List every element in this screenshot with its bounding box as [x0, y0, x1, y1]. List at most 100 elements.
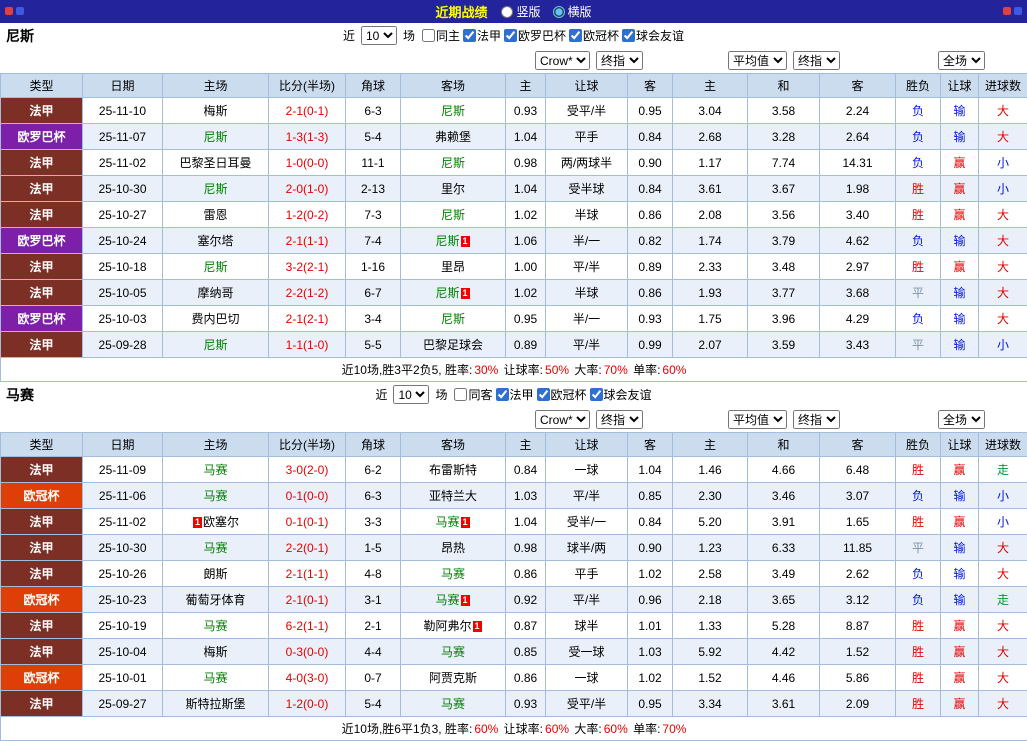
column-header: 让球 — [546, 433, 628, 457]
team-link[interactable]: 费内巴切 — [191, 312, 239, 326]
team-link[interactable]: 尼斯 — [441, 156, 465, 170]
checkbox-input[interactable] — [463, 29, 476, 42]
red-card-badge: 1 — [461, 236, 470, 247]
team-link[interactable]: 塞尔塔 — [197, 234, 233, 248]
recent-label: 近 — [375, 386, 387, 403]
recent-count-select[interactable]: 10 — [393, 385, 429, 404]
team-link[interactable]: 马赛 — [441, 567, 465, 581]
team-link[interactable]: 朗斯 — [203, 567, 227, 581]
asia-final-select[interactable]: 终指 — [596, 410, 643, 429]
team-link[interactable]: 尼斯 — [435, 234, 459, 248]
team-link[interactable]: 马赛 — [203, 463, 227, 477]
team-link[interactable]: 布雷斯特 — [429, 463, 477, 477]
column-header: 比分(半场) — [269, 433, 346, 457]
team-link[interactable]: 昂热 — [441, 541, 465, 555]
home-team-cell: 马赛 — [163, 613, 269, 639]
euro-final-select[interactable]: 终指 — [793, 51, 840, 70]
euro-company-select[interactable]: 平均值 — [728, 410, 787, 429]
team-link[interactable]: 马赛 — [441, 645, 465, 659]
team-link[interactable]: 雷恩 — [203, 208, 227, 222]
result-handicap: 输 — [941, 280, 979, 306]
filter-checkbox[interactable]: 球会友谊 — [587, 386, 652, 403]
team-link[interactable]: 梅斯 — [203, 104, 227, 118]
team-link[interactable]: 葡萄牙体育 — [185, 593, 245, 607]
team-link[interactable]: 摩纳哥 — [197, 286, 233, 300]
team-link[interactable]: 尼斯 — [203, 260, 227, 274]
layout-option-horizontal[interactable]: 横版 — [553, 3, 592, 20]
team-link[interactable]: 尼斯 — [203, 182, 227, 196]
asia-company-select[interactable]: Crow* — [535, 51, 590, 70]
layout-radio[interactable] — [553, 6, 565, 18]
team-link[interactable]: 尼斯 — [435, 286, 459, 300]
result-win-draw-loss: 平 — [896, 332, 941, 358]
checkbox-input[interactable] — [569, 29, 582, 42]
filter-checkbox[interactable]: 欧罗巴杯 — [501, 27, 566, 44]
team-link[interactable]: 里尔 — [441, 182, 465, 196]
scope-select[interactable]: 全场 — [938, 51, 985, 70]
team-link[interactable]: 马赛 — [435, 593, 459, 607]
team-link[interactable]: 马赛 — [203, 489, 227, 503]
team-link[interactable]: 斯特拉斯堡 — [185, 697, 245, 711]
layout-radio[interactable] — [501, 6, 513, 18]
asia-away-odds: 0.86 — [628, 280, 673, 306]
nice-history-section: 尼斯 近 10 场 同主法甲欧罗巴杯欧冠杯球会友谊 Crow*终指平均值终指全场… — [0, 23, 1027, 382]
team-link[interactable]: 马赛 — [203, 619, 227, 633]
result-win-draw-loss: 平 — [896, 535, 941, 561]
team-link[interactable]: 梅斯 — [203, 645, 227, 659]
asia-final-select[interactable]: 终指 — [596, 51, 643, 70]
checkbox-input[interactable] — [622, 29, 635, 42]
result-handicap: 赢 — [941, 202, 979, 228]
column-header: 主场 — [163, 433, 269, 457]
asia-handicap-line: 平/半 — [546, 254, 628, 280]
asia-away-odds: 1.02 — [628, 665, 673, 691]
team-link[interactable]: 阿贾克斯 — [429, 671, 477, 685]
checkbox-input[interactable] — [496, 388, 509, 401]
filter-checkbox[interactable]: 欧冠杯 — [534, 386, 587, 403]
asia-company-select[interactable]: Crow* — [535, 410, 590, 429]
team-link[interactable]: 马赛 — [203, 671, 227, 685]
recent-count-select[interactable]: 10 — [361, 26, 397, 45]
team-link[interactable]: 勒阿弗尔 — [423, 619, 471, 633]
column-header: 客 — [628, 433, 673, 457]
asia-away-odds: 0.86 — [628, 202, 673, 228]
asia-home-odds: 1.02 — [506, 202, 546, 228]
euro-final-select[interactable]: 终指 — [793, 410, 840, 429]
filter-checkbox[interactable]: 球会友谊 — [619, 27, 684, 44]
filter-checkbox[interactable]: 欧冠杯 — [566, 27, 619, 44]
asia-away-odds: 0.85 — [628, 483, 673, 509]
team-link[interactable]: 马赛 — [435, 515, 459, 529]
team-link[interactable]: 欧塞尔 — [203, 515, 239, 529]
team-link[interactable]: 尼斯 — [441, 208, 465, 222]
filter-checkbox[interactable]: 法甲 — [493, 386, 534, 403]
team-link[interactable]: 亚特兰大 — [429, 489, 477, 503]
team-link[interactable]: 弗赖堡 — [435, 130, 471, 144]
corner-score: 5-4 — [346, 691, 401, 717]
checkbox-input[interactable] — [422, 29, 435, 42]
checkbox-input[interactable] — [454, 388, 467, 401]
layout-option-vertical[interactable]: 竖版 — [501, 3, 540, 20]
filter-checkbox[interactable]: 法甲 — [460, 27, 501, 44]
filter-checkbox[interactable]: 同主 — [419, 27, 460, 44]
team-link[interactable]: 马赛 — [441, 697, 465, 711]
result-goals: 大 — [979, 306, 1027, 332]
checkbox-input[interactable] — [537, 388, 550, 401]
team-link[interactable]: 尼斯 — [203, 130, 227, 144]
filter-checkbox[interactable]: 同客 — [451, 386, 492, 403]
team-link[interactable]: 尼斯 — [203, 338, 227, 352]
checkbox-input[interactable] — [504, 29, 517, 42]
team-link[interactable]: 尼斯 — [441, 312, 465, 326]
team-link[interactable]: 巴黎足球会 — [423, 338, 483, 352]
score: 1-0(0-0) — [269, 150, 346, 176]
team-link[interactable]: 马赛 — [203, 541, 227, 555]
team-link[interactable]: 里昂 — [441, 260, 465, 274]
asia-away-odds: 0.90 — [628, 535, 673, 561]
scope-select[interactable]: 全场 — [938, 410, 985, 429]
summary-segment: 60% — [661, 363, 687, 377]
league-badge: 法甲 — [1, 509, 83, 535]
checkbox-input[interactable] — [590, 388, 603, 401]
asia-home-odds: 1.04 — [506, 509, 546, 535]
match-row: 法甲25-10-30尼斯2-0(1-0)2-13里尔1.04受半球0.843.6… — [1, 176, 1027, 202]
euro-company-select[interactable]: 平均值 — [728, 51, 787, 70]
team-link[interactable]: 巴黎圣日耳曼 — [179, 156, 251, 170]
team-link[interactable]: 尼斯 — [441, 104, 465, 118]
